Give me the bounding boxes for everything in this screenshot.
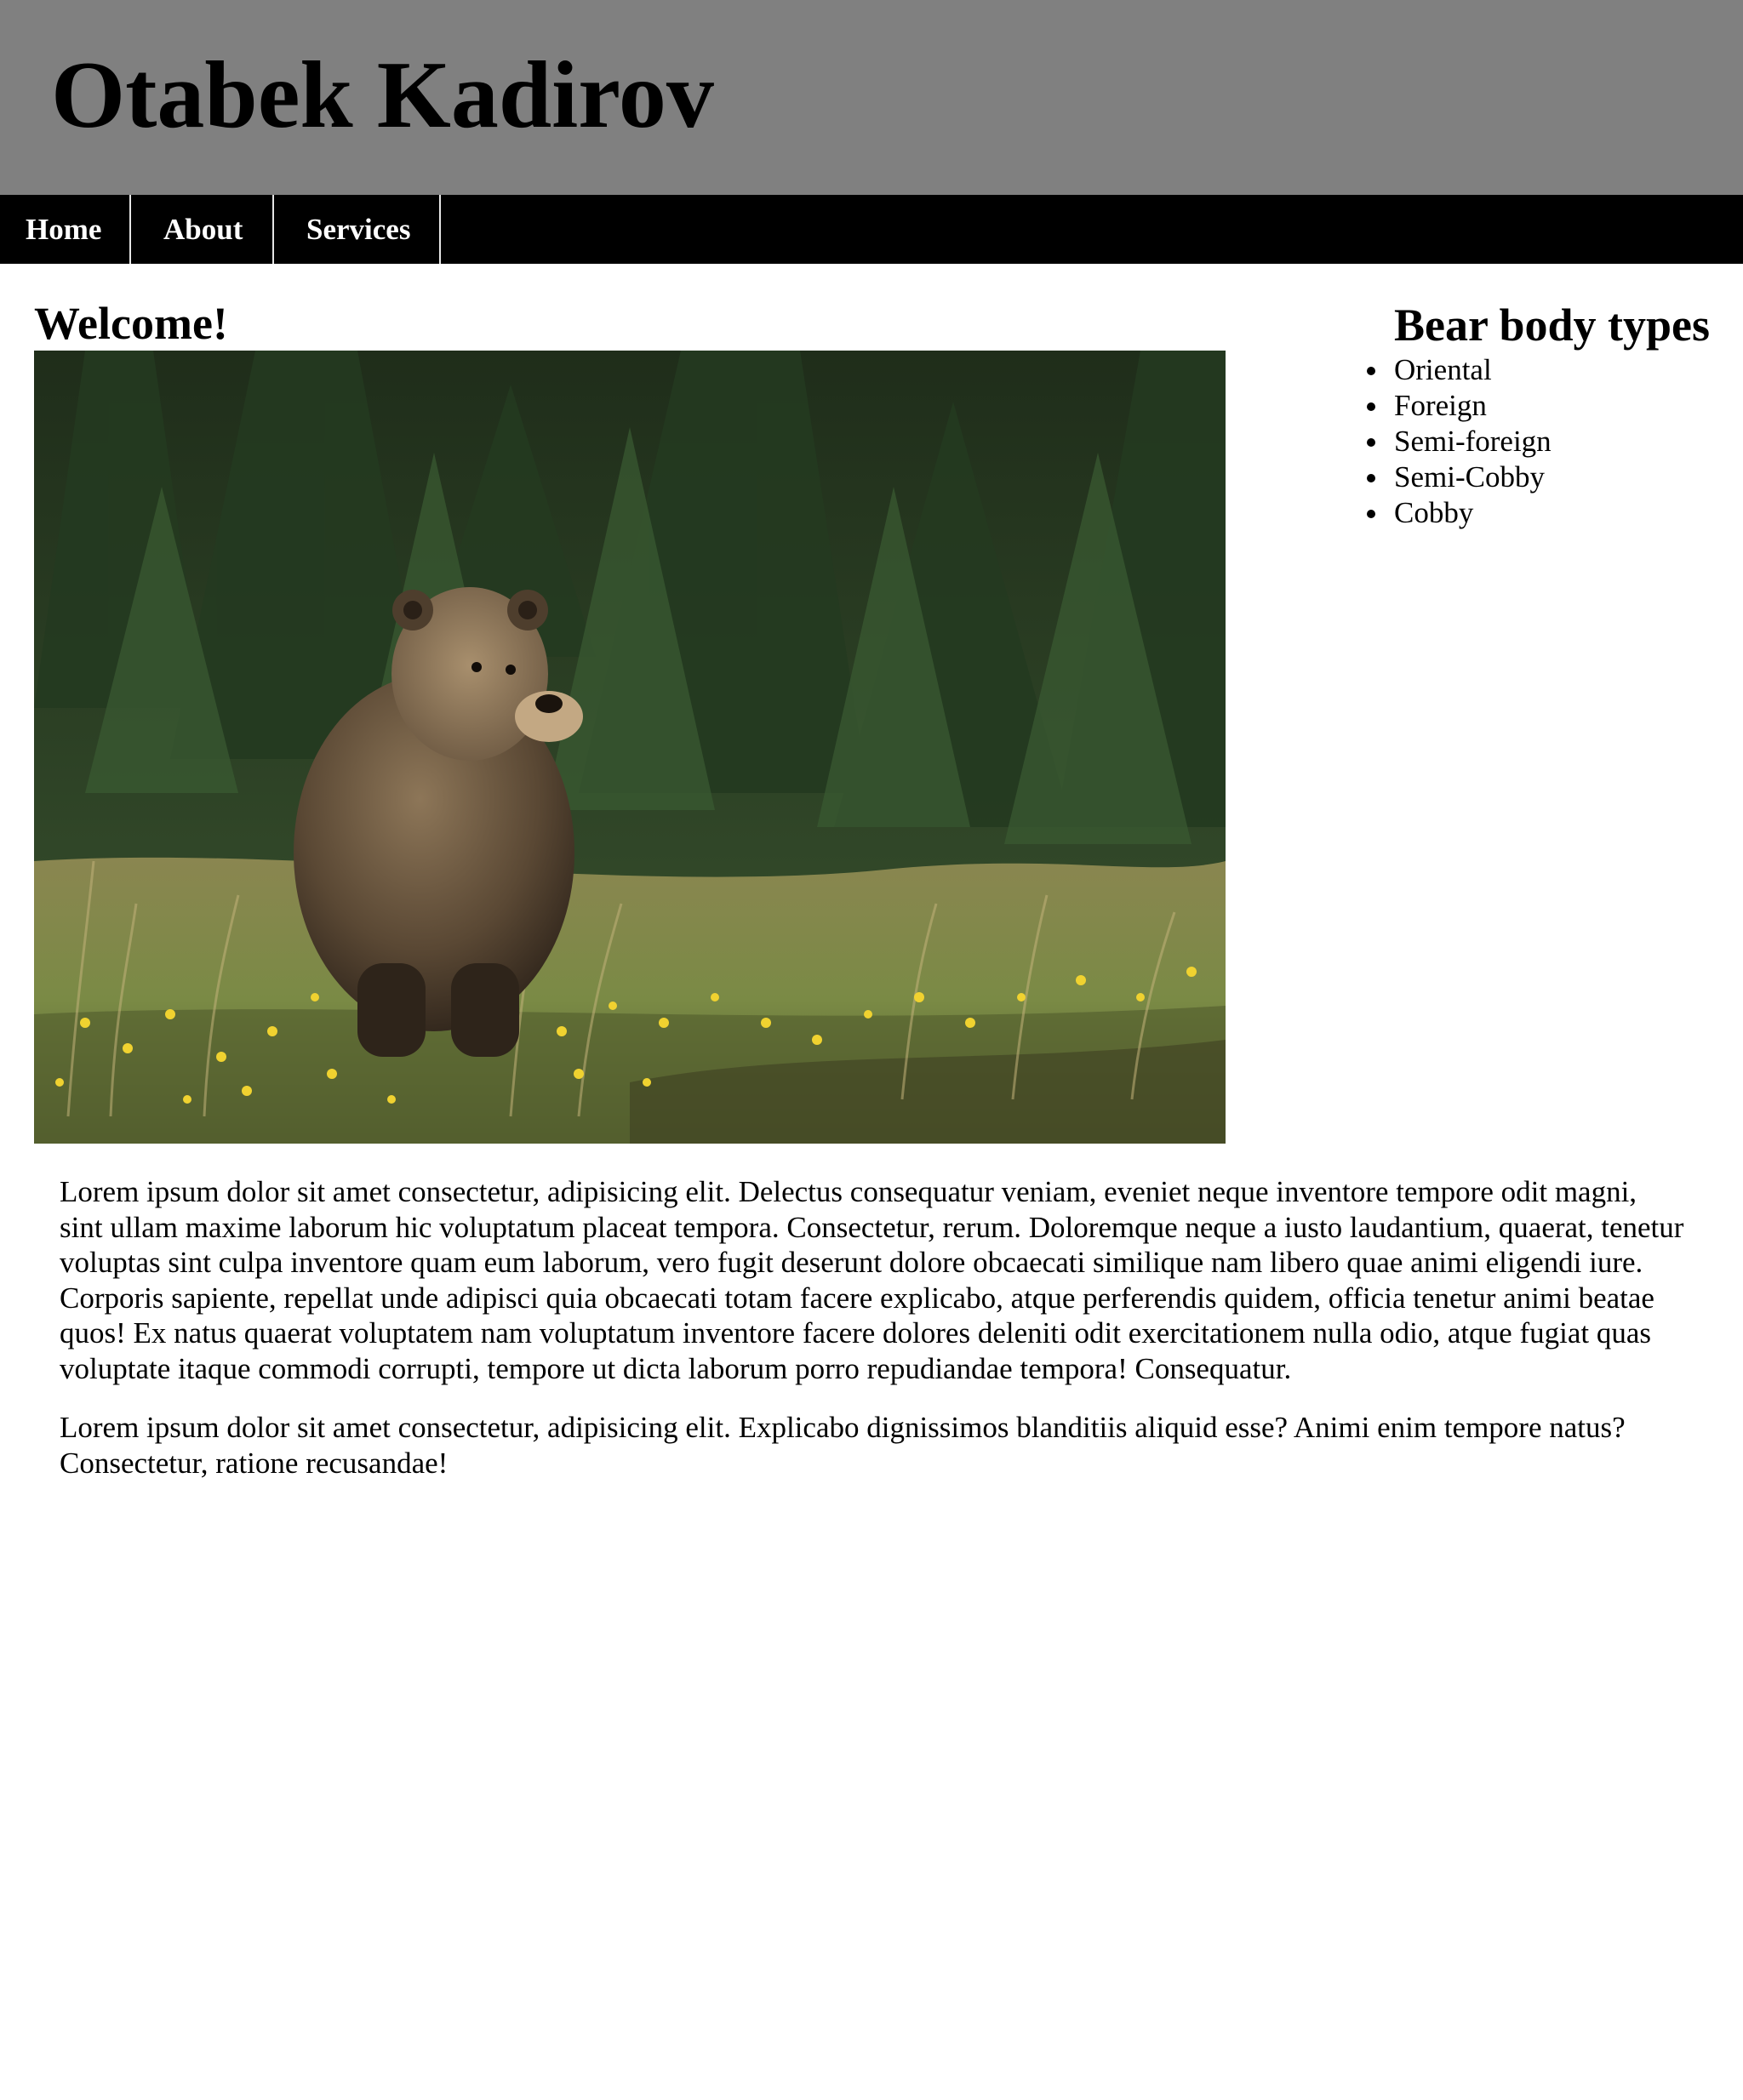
- nav-link-about[interactable]: About: [131, 195, 274, 264]
- bear-photo: [34, 351, 1226, 1144]
- site-header: Otabek Kadirov: [0, 0, 1743, 195]
- list-item: Cobby: [1367, 495, 1743, 531]
- nav-link-home[interactable]: Home: [0, 195, 131, 264]
- sidebar: Bear body types Oriental Foreign Semi-fo…: [1362, 298, 1743, 531]
- list-item: Semi-Cobby: [1367, 459, 1743, 495]
- main-nav: Home About Services: [0, 195, 1743, 264]
- sidebar-heading: Bear body types: [1394, 300, 1711, 351]
- body-paragraph: Lorem ipsum dolor sit amet consectetur, …: [60, 1411, 1626, 1480]
- nav-link-services[interactable]: Services: [274, 195, 441, 264]
- body-paragraph: Lorem ipsum dolor sit amet consectetur, …: [60, 1175, 1684, 1385]
- welcome-heading: Welcome!: [34, 298, 228, 349]
- list-item: Semi-foreign: [1367, 424, 1743, 459]
- bear-body-types-list: Oriental Foreign Semi-foreign Semi-Cobby…: [1362, 352, 1743, 531]
- page: Otabek Kadirov Home About Services Welco…: [0, 0, 1743, 2100]
- list-item: Foreign: [1367, 388, 1743, 424]
- site-title: Otabek Kadirov: [51, 43, 714, 148]
- list-item: Oriental: [1367, 352, 1743, 388]
- main-content: Lorem ipsum dolor sit amet consectetur, …: [60, 1174, 1685, 1504]
